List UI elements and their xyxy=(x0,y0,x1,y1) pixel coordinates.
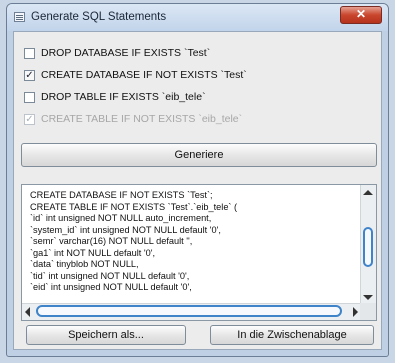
sql-line: CREATE DATABASE IF NOT EXISTS `Test`; xyxy=(30,190,213,200)
sql-line: CREATE TABLE IF NOT EXISTS `Test`.`eib_t… xyxy=(30,201,238,212)
vertical-scrollbar[interactable] xyxy=(360,185,376,305)
close-button[interactable]: ✕ xyxy=(340,6,382,24)
vertical-scroll-thumb[interactable] xyxy=(363,227,373,267)
title-bar[interactable]: Generate SQL Statements ✕ xyxy=(7,4,388,31)
checkbox[interactable] xyxy=(24,47,35,59)
generate-button[interactable]: Generiere xyxy=(21,143,377,167)
sql-line: `tid` int unsigned NOT NULL default '0', xyxy=(30,270,190,281)
option-label: DROP TABLE IF EXISTS `eib_tele` xyxy=(41,91,206,103)
option-create-database[interactable]: ✓ CREATE DATABASE IF NOT EXISTS `Test` xyxy=(24,67,247,83)
sql-line: `data` tinyblob NOT NULL, xyxy=(30,259,139,269)
copy-to-clipboard-button[interactable]: In die Zwischenablage xyxy=(210,325,374,345)
scroll-down-arrow-icon[interactable] xyxy=(363,295,373,300)
sql-line: `semr` varchar(16) NOT NULL default '', xyxy=(30,236,193,246)
scroll-corner xyxy=(360,303,376,320)
checkbox-checked-disabled: ✓ xyxy=(24,113,35,125)
option-label: DROP DATABASE IF EXISTS `Test` xyxy=(41,47,211,59)
sql-output-textarea[interactable]: CREATE DATABASE IF NOT EXISTS `Test`; CR… xyxy=(21,184,377,321)
sql-line: `eid` int unsigned NOT NULL default '0', xyxy=(30,282,192,292)
window-title: Generate SQL Statements xyxy=(31,11,167,23)
sql-line: `system_id` int unsigned NOT NULL defaul… xyxy=(30,224,221,235)
app-icon xyxy=(14,12,25,22)
scroll-up-arrow-icon[interactable] xyxy=(363,190,373,195)
sql-line: `id` int unsigned NOT NULL auto_incremen… xyxy=(30,213,212,223)
horizontal-scrollbar[interactable] xyxy=(22,303,362,320)
option-drop-table[interactable]: DROP TABLE IF EXISTS `eib_tele` xyxy=(24,89,206,105)
scroll-right-arrow-icon[interactable] xyxy=(353,307,358,317)
sql-text: CREATE DATABASE IF NOT EXISTS `Test`; CR… xyxy=(30,190,355,304)
dialog-content: DROP DATABASE IF EXISTS `Test` ✓ CREATE … xyxy=(13,31,382,350)
checkbox-checked[interactable]: ✓ xyxy=(24,69,35,81)
sql-line: `ga1` int NOT NULL default '0', xyxy=(30,247,156,258)
option-create-table: ✓ CREATE TABLE IF NOT EXISTS `eib_tele` xyxy=(24,111,242,127)
checkbox[interactable] xyxy=(24,91,35,103)
option-label: CREATE DATABASE IF NOT EXISTS `Test` xyxy=(41,69,247,81)
save-as-button[interactable]: Speichern als... xyxy=(26,325,186,345)
scroll-left-arrow-icon[interactable] xyxy=(25,307,30,317)
horizontal-scroll-thumb[interactable] xyxy=(36,305,342,317)
generate-sql-dialog: Generate SQL Statements ✕ DROP DATABASE … xyxy=(6,3,389,357)
option-label: CREATE TABLE IF NOT EXISTS `eib_tele` xyxy=(41,113,243,125)
option-drop-database[interactable]: DROP DATABASE IF EXISTS `Test` xyxy=(24,45,210,61)
